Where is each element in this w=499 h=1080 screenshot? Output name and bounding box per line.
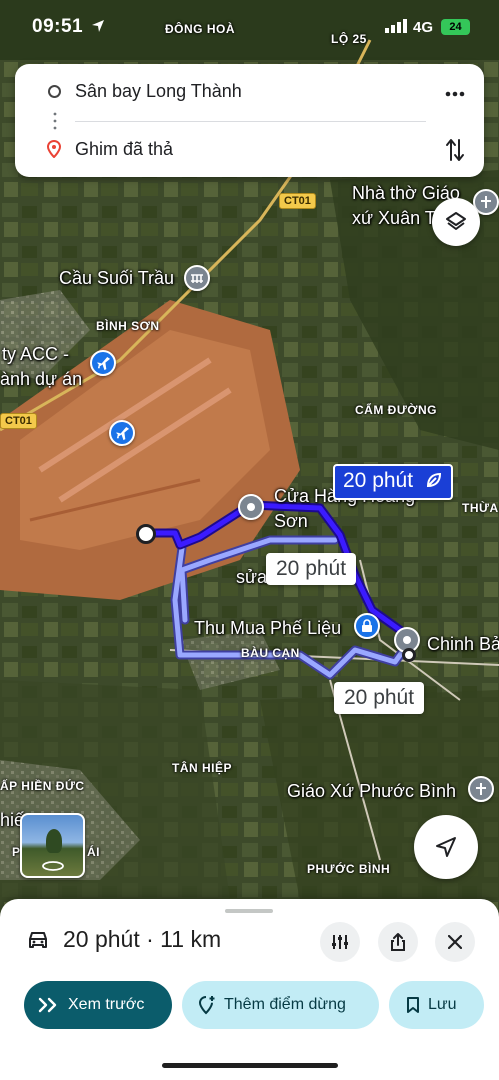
leaf-icon: [425, 471, 443, 495]
origin-field[interactable]: Sân bay Long Thành: [75, 81, 242, 102]
place-bau-can: BÀU CẠN: [241, 646, 300, 660]
route-duration-label: 20 phút: [343, 469, 414, 492]
route-origin-marker[interactable]: [136, 524, 156, 544]
battery-icon: 24: [441, 19, 470, 35]
place-pin-icon[interactable]: [238, 494, 264, 520]
network-type: 4G: [413, 19, 434, 36]
alt-route-duration-callout[interactable]: 20 phút: [266, 553, 357, 585]
place-giao-xu-phuoc-binh[interactable]: Giáo Xứ Phước Bình: [287, 780, 456, 802]
add-location-icon: [198, 996, 215, 1015]
shop-pin-icon[interactable]: [354, 613, 380, 639]
place-thua: THỪA: [462, 501, 499, 515]
status-time: 09:51: [32, 16, 84, 37]
close-button[interactable]: [435, 922, 475, 962]
place-cam-duong: CẨM ĐƯỜNG: [355, 403, 438, 417]
place-phuoc-binh: PHƯỚC BÌNH: [307, 862, 391, 876]
place-cua-hang-2[interactable]: Sơn: [274, 510, 308, 532]
tune-icon: [332, 935, 348, 949]
share-button[interactable]: [378, 922, 418, 962]
layers-button[interactable]: [432, 198, 480, 246]
route-options-button[interactable]: [320, 922, 360, 962]
battery-level: 24: [449, 21, 462, 33]
route-bottom-sheet[interactable]: 20 phút · 11 km Xem trước Thêm điểm dừng…: [0, 899, 499, 1080]
bridge-pin-icon[interactable]: [184, 265, 210, 291]
location-pin-icon: [46, 139, 62, 163]
preview-label: Xem trước: [68, 996, 145, 1013]
add-stop-label: Thêm điểm dừng: [224, 996, 346, 1013]
airport-pin-icon[interactable]: [109, 420, 135, 446]
destination-row[interactable]: Ghim đã thả: [15, 130, 484, 170]
place-binh-son: BÌNH SƠN: [96, 319, 160, 333]
road-tag-ct01: CT01: [279, 193, 316, 209]
signal-icon: [385, 19, 407, 38]
origin-circle-icon: [48, 85, 61, 98]
save-button[interactable]: Lưu: [389, 981, 484, 1029]
place-ai: ÁI: [87, 845, 100, 859]
rotate-360-icon: [40, 859, 66, 876]
place-hien-duc: ẤP HIỀN ĐỨC: [0, 779, 85, 793]
recenter-button[interactable]: [414, 815, 478, 879]
place-chinh-ba[interactable]: Chinh Bả: [427, 633, 499, 655]
origin-row[interactable]: Sân bay Long Thành: [15, 72, 484, 112]
place-nha-tho-2[interactable]: xứ Xuân T: [352, 207, 436, 229]
status-bar: 09:51 4G 24: [0, 12, 499, 42]
place-sua[interactable]: sửa: [236, 566, 267, 588]
divider: [75, 121, 426, 122]
place-tan-hiep: TÂN HIỆP: [172, 761, 233, 775]
location-arrow-icon: [91, 19, 105, 38]
layers-icon: [446, 212, 466, 230]
route-destination-marker[interactable]: [402, 648, 416, 662]
save-label: Lưu: [428, 996, 457, 1013]
alt-route-duration-callout[interactable]: 20 phút: [334, 682, 425, 714]
tree-icon: [46, 829, 62, 853]
route-summary: 20 phút · 11 km: [63, 926, 222, 952]
destination-field[interactable]: Ghim đã thả: [75, 139, 173, 160]
drag-handle[interactable]: [225, 909, 273, 913]
swap-icon[interactable]: [445, 137, 465, 168]
place-acc-2[interactable]: ành dự án: [0, 368, 82, 390]
bookmark-icon: [407, 997, 419, 1013]
route-duration-callout[interactable]: 20 phút: [333, 464, 453, 500]
road-tag-ct01: CT01: [0, 413, 37, 429]
add-stop-button[interactable]: Thêm điểm dừng: [182, 981, 379, 1029]
double-chevron-icon: [38, 997, 57, 1013]
place-acc-1[interactable]: ty ACC -: [2, 343, 69, 365]
preview-button[interactable]: Xem trước: [24, 981, 172, 1029]
home-indicator[interactable]: [162, 1063, 338, 1068]
street-view-thumbnail[interactable]: [20, 813, 85, 878]
airport-pin-icon[interactable]: [90, 350, 116, 376]
place-cau-suoi-trau[interactable]: Cầu Suối Trầu: [59, 267, 174, 289]
place-thu-mua[interactable]: Thu Mua Phế Liệu: [194, 617, 341, 639]
car-icon: [26, 930, 50, 955]
close-icon: [448, 935, 462, 949]
navigation-arrow-icon: [436, 837, 456, 857]
share-icon: [391, 933, 405, 951]
more-options-icon[interactable]: [445, 84, 465, 102]
directions-card: Sân bay Long Thành Ghim đã thả: [15, 64, 484, 177]
church-pin-icon[interactable]: [468, 776, 494, 802]
